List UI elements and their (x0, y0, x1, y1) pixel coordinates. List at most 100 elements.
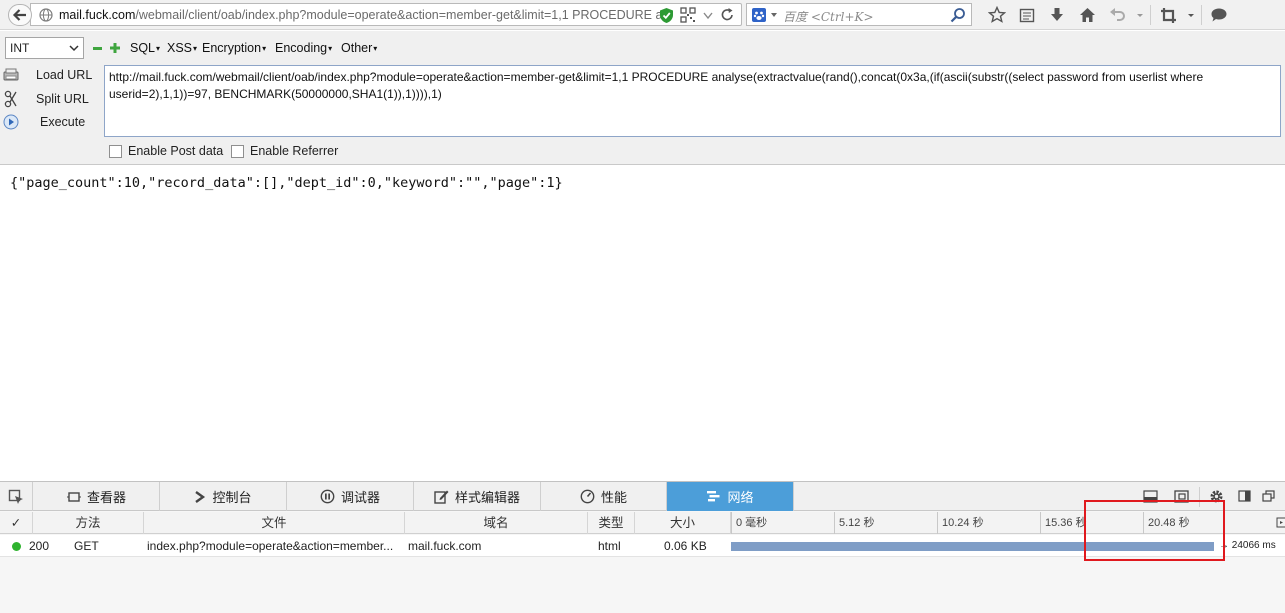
qr-icon[interactable] (680, 7, 696, 23)
search-icon[interactable] (950, 7, 966, 23)
undock-button[interactable] (1258, 487, 1278, 505)
crop-icon (1160, 7, 1176, 23)
load-url-label: Load URL (36, 68, 93, 82)
column-domain[interactable]: 域名 (405, 512, 588, 534)
tab-performance-label: 性能 (600, 490, 627, 505)
download-icon (1051, 8, 1063, 21)
waterfall-bar (731, 542, 1214, 551)
responsive-design-button[interactable] (1171, 487, 1191, 505)
tab-style-editor-label: 样式编辑器 (454, 490, 520, 505)
tab-style-editor[interactable]: 样式编辑器 (414, 482, 541, 511)
back-button[interactable] (8, 4, 32, 26)
enable-referrer-label: Enable Referrer (250, 144, 339, 158)
column-type[interactable]: 类型 (588, 512, 635, 534)
crop-dropdown-button[interactable] (1183, 4, 1199, 26)
tab-console[interactable]: 控制台 (160, 482, 287, 511)
toolbar-buttons (982, 4, 1234, 26)
row-file: index.php?module=operate&action=member..… (147, 539, 394, 553)
tab-performance[interactable]: 性能 (541, 482, 667, 511)
tab-network[interactable]: 网络 (667, 482, 794, 511)
split-console-icon (1142, 489, 1158, 503)
sql-menu[interactable]: SQL▾ (130, 41, 160, 55)
url-bar[interactable]: mail.fuck.com/webmail/client/oab/index.p… (30, 3, 742, 26)
checkbox-box[interactable] (231, 144, 244, 158)
search-engine-selector[interactable] (752, 8, 780, 25)
status-ok-icon (12, 542, 21, 551)
response-body: {"page_count":10,"record_data":[],"dept_… (10, 175, 563, 191)
reading-list-icon (1019, 8, 1035, 23)
search-bar[interactable]: 百度 <Ctrl+K> (746, 3, 972, 26)
chevron-down-icon (1137, 14, 1143, 17)
dock-side-button[interactable] (1234, 487, 1254, 505)
shield-icon[interactable] (659, 7, 674, 24)
enable-referrer-checkbox[interactable]: Enable Referrer (231, 144, 338, 158)
reload-icon[interactable] (720, 7, 735, 23)
timeline-tick: 20.48 秒 (1143, 512, 1246, 534)
encoding-menu[interactable]: Encoding▾ (275, 41, 332, 55)
tab-debugger[interactable]: 调试器 (287, 482, 414, 511)
chat-icon (1211, 8, 1227, 22)
network-icon (707, 490, 720, 501)
waterfall-track (731, 535, 1223, 557)
dock-side-icon (1237, 490, 1251, 502)
undo-button[interactable] (1102, 4, 1132, 26)
split-console-button[interactable] (1140, 487, 1160, 505)
url-text[interactable]: mail.fuck.com/webmail/client/oab/index.p… (59, 8, 683, 22)
dropdown-icon[interactable] (702, 7, 714, 23)
undo-dropdown-button[interactable] (1132, 4, 1148, 26)
toolbar-separator (1150, 5, 1151, 25)
element-picker-button[interactable] (0, 482, 33, 511)
toolbar-separator (1199, 487, 1200, 507)
execute-button[interactable]: Execute (2, 112, 85, 132)
baidu-icon (752, 8, 777, 22)
enable-post-label: Enable Post data (128, 144, 224, 158)
navigation-toolbar: mail.fuck.com/webmail/client/oab/index.p… (0, 0, 1285, 30)
timeline-tick: 5.12 秒 (834, 512, 937, 534)
toolbar-separator (1201, 5, 1202, 25)
devtools-tabbar: 查看器 控制台 调试器 样式编辑器 性能 网络 (0, 482, 1285, 511)
performance-icon (580, 489, 595, 504)
row-type: html (598, 539, 621, 553)
encryption-menu-label: Encryption (202, 41, 262, 55)
download-button[interactable] (1042, 4, 1072, 26)
column-size[interactable]: 大小 (635, 512, 731, 534)
gear-icon (1210, 490, 1222, 502)
enable-post-checkbox[interactable]: Enable Post data (109, 144, 223, 158)
row-domain: mail.fuck.com (408, 539, 482, 553)
url-host: mail.fuck.com (59, 8, 136, 22)
table-row[interactable]: 200 GET index.php?module=operate&action=… (0, 535, 1285, 557)
column-method[interactable]: 方法 (33, 512, 144, 534)
xss-menu[interactable]: XSS▾ (167, 41, 197, 55)
decrease-icon[interactable] (93, 44, 102, 53)
bookmark-star-button[interactable] (982, 4, 1012, 26)
load-url-button[interactable]: Load URL (2, 65, 92, 85)
chevron-down-icon (1188, 14, 1194, 17)
encoding-menu-label: Encoding (275, 41, 328, 55)
tab-debugger-label: 调试器 (340, 490, 380, 505)
chat-button[interactable] (1204, 4, 1234, 26)
split-url-button[interactable]: Split URL (2, 89, 89, 109)
home-button[interactable] (1072, 4, 1102, 26)
home-icon (1079, 8, 1095, 22)
reading-list-button[interactable] (1012, 4, 1042, 26)
url-path: /webmail/client/oab/index.php?module=ope… (135, 8, 667, 22)
column-file[interactable]: 文件 (144, 512, 405, 534)
type-select[interactable]: INT (5, 37, 84, 59)
crop-button[interactable] (1153, 4, 1183, 26)
xss-menu-label: XSS (167, 41, 193, 55)
checkbox-box[interactable] (109, 144, 122, 158)
increase-icon[interactable] (110, 43, 120, 53)
encryption-menu[interactable]: Encryption▾ (202, 41, 266, 55)
tab-inspector-label: 查看器 (86, 490, 126, 505)
settings-button[interactable] (1206, 487, 1226, 505)
search-placeholder[interactable]: 百度 <Ctrl+K> (783, 8, 874, 25)
tab-inspector[interactable]: 查看器 (34, 482, 160, 511)
other-menu[interactable]: Other▾ (341, 41, 377, 55)
undo-icon (1109, 8, 1125, 21)
element-picker-icon (8, 489, 23, 504)
inspector-icon (66, 491, 81, 502)
url-textarea[interactable]: http://mail.fuck.com/webmail/client/oab/… (104, 65, 1281, 137)
hackbar-panel: INT SQL▾ XSS▾ Encryption▾ Encoding▾ Othe… (0, 31, 1285, 165)
column-options-icon[interactable] (1276, 517, 1285, 529)
column-status[interactable]: ✓ (0, 512, 33, 534)
